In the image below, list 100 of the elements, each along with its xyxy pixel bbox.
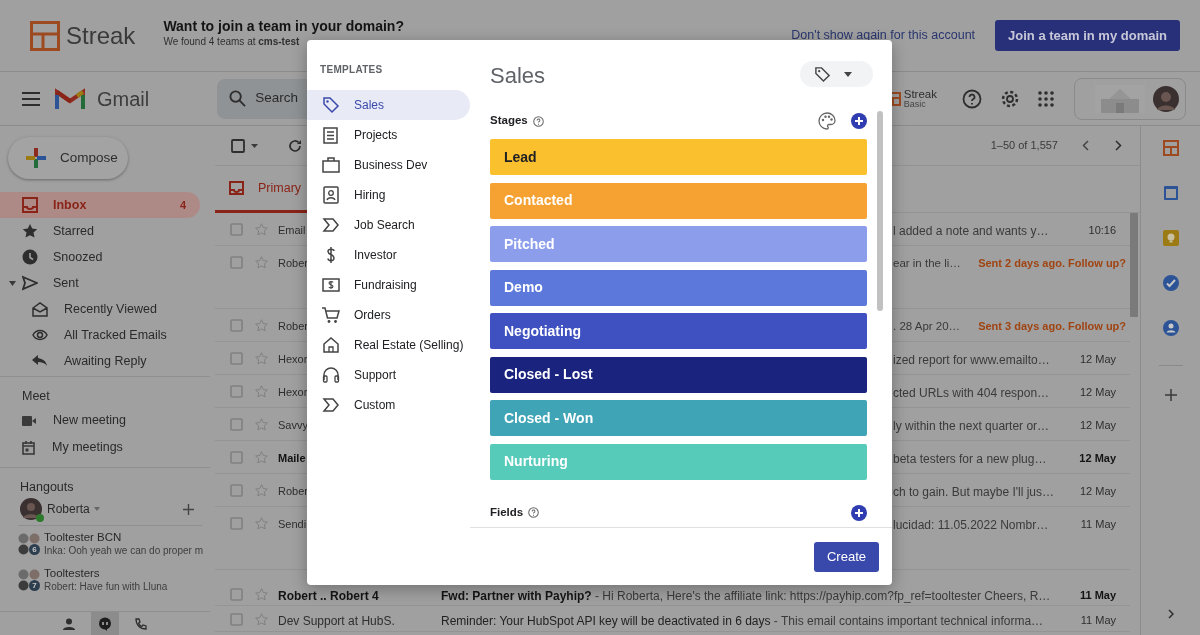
help-icon[interactable] — [962, 88, 982, 109]
template-item[interactable]: Investor — [307, 240, 470, 270]
checkbox[interactable] — [230, 484, 243, 497]
add-icon[interactable] — [851, 504, 867, 521]
star-icon[interactable] — [255, 385, 268, 398]
avatar[interactable] — [1153, 85, 1179, 112]
template-item[interactable]: Hiring — [307, 180, 470, 210]
template-item[interactable]: Custom — [307, 390, 470, 420]
template-item[interactable]: Sales — [307, 90, 470, 120]
palette-icon[interactable] — [818, 112, 836, 130]
template-item[interactable]: Support — [307, 360, 470, 390]
nav-item[interactable]: All Tracked Emails — [0, 322, 200, 348]
star-icon[interactable] — [255, 319, 268, 332]
email-date: 11 May — [1080, 517, 1117, 532]
star-icon[interactable] — [255, 484, 268, 497]
checkbox[interactable] — [231, 138, 245, 153]
lightbulb-icon[interactable] — [1162, 230, 1179, 246]
calendar-icon — [22, 440, 35, 455]
section-label: Fields — [490, 504, 524, 520]
cash-icon — [322, 276, 340, 294]
star-icon[interactable] — [255, 223, 268, 236]
nav-item[interactable]: Recently Viewed — [0, 296, 200, 322]
star-icon[interactable] — [255, 517, 268, 530]
email-snippet: Fwd: Partner with Payhip? - Hi Roberta, Here's the affiliate link: https://payhip.com?fp_ref=tooltester Cheers, R… — [441, 588, 1052, 605]
caret-icon[interactable] — [9, 280, 16, 286]
template-item[interactable]: Fundraising — [307, 270, 470, 300]
nav-item[interactable]: Sent — [0, 270, 200, 296]
nav-item[interactable]: Starred — [0, 218, 200, 244]
star-icon[interactable] — [255, 418, 268, 431]
join-team-button[interactable]: Join a team in my domain — [995, 20, 1180, 51]
add-icon[interactable] — [1164, 389, 1177, 401]
scrollbar-thumb[interactable] — [876, 111, 883, 311]
star-icon[interactable] — [255, 352, 268, 365]
checkbox[interactable] — [230, 352, 243, 365]
contacts-icon[interactable] — [1162, 320, 1179, 336]
nav-item[interactable]: Awaiting Reply — [0, 348, 200, 374]
create-button[interactable]: Create — [813, 541, 879, 572]
plus-icon — [26, 148, 46, 168]
menu-icon[interactable] — [22, 91, 40, 106]
checkbox[interactable] — [230, 319, 243, 332]
user-name[interactable]: Roberta — [47, 500, 90, 518]
meet-item[interactable]: My meetings — [22, 434, 210, 461]
conversation-item[interactable]: 7 Tooltesters Robert: Have fun with Lluna — [18, 562, 202, 598]
phone-icon[interactable] — [135, 617, 147, 630]
checkbox[interactable] — [230, 613, 243, 626]
settings-icon[interactable] — [1000, 88, 1020, 109]
house-icon — [322, 336, 340, 354]
checkbox[interactable] — [230, 256, 243, 269]
template-item[interactable]: Projects — [307, 120, 470, 150]
person-icon[interactable] — [63, 617, 75, 630]
compose-button[interactable]: Compose — [8, 137, 128, 179]
message-preview: Inka: Ooh yeah we can do proper m — [44, 544, 203, 558]
checkbox[interactable] — [230, 588, 243, 601]
add-icon[interactable] — [851, 113, 867, 129]
tasks-icon[interactable] — [1162, 275, 1179, 291]
checkbox[interactable] — [230, 517, 243, 530]
scrollbar-thumb[interactable] — [1130, 213, 1139, 317]
stage-bar[interactable]: Demo — [490, 269, 867, 306]
banner-title: Want to join a team in your domain? — [163, 16, 404, 35]
refresh-icon[interactable] — [288, 138, 302, 153]
stage-bar[interactable]: Lead — [490, 139, 867, 175]
chevron-icon — [322, 396, 340, 414]
template-item[interactable]: Orders — [307, 300, 470, 330]
calendar-icon[interactable] — [1162, 185, 1179, 201]
star-icon[interactable] — [255, 613, 268, 626]
chat-tab[interactable] — [91, 611, 119, 635]
meet-item[interactable]: New meeting — [22, 407, 210, 434]
caret-icon[interactable] — [93, 507, 100, 511]
checkbox[interactable] — [230, 451, 243, 464]
search-icon — [229, 90, 247, 107]
apps-icon[interactable] — [1038, 90, 1054, 107]
help-icon[interactable] — [532, 115, 544, 127]
star-icon[interactable] — [255, 588, 268, 601]
checkbox[interactable] — [230, 223, 243, 236]
next-page-icon[interactable] — [1115, 140, 1122, 151]
conversation-item[interactable]: 6 Tooltester BCN Inka: Ooh yeah we can do proper m — [18, 526, 202, 562]
template-item[interactable]: Business Dev — [307, 150, 470, 180]
logo-text: Streak — [66, 23, 136, 48]
add-icon[interactable] — [183, 503, 194, 515]
email-sender: Rober — [278, 319, 306, 334]
checkbox[interactable] — [230, 385, 243, 398]
template-item[interactable]: Real Estate (Selling) — [307, 330, 470, 360]
stage-bar[interactable]: Negotiating — [490, 313, 867, 349]
template-item[interactable]: Job Search — [307, 210, 470, 240]
expand-icon[interactable] — [1167, 609, 1174, 619]
envelope-icon — [32, 301, 48, 317]
star-icon[interactable] — [255, 451, 268, 464]
stage-bar[interactable]: Closed - Lost — [490, 356, 867, 393]
help-icon[interactable] — [528, 507, 540, 518]
email-snippet: ear in the li… — [893, 256, 961, 271]
star-icon[interactable] — [255, 256, 268, 269]
account-button[interactable] — [1074, 77, 1186, 120]
clipboard-icon — [322, 126, 340, 144]
caret-icon[interactable] — [251, 143, 258, 148]
email-sender: Email — [278, 223, 306, 238]
previous-page-icon[interactable] — [1082, 140, 1089, 151]
nav-item[interactable]: Snoozed — [0, 244, 200, 270]
tag-dropdown[interactable] — [800, 61, 873, 87]
email-sender: Dev Support at HubS. — [278, 613, 396, 630]
checkbox[interactable] — [230, 418, 243, 431]
